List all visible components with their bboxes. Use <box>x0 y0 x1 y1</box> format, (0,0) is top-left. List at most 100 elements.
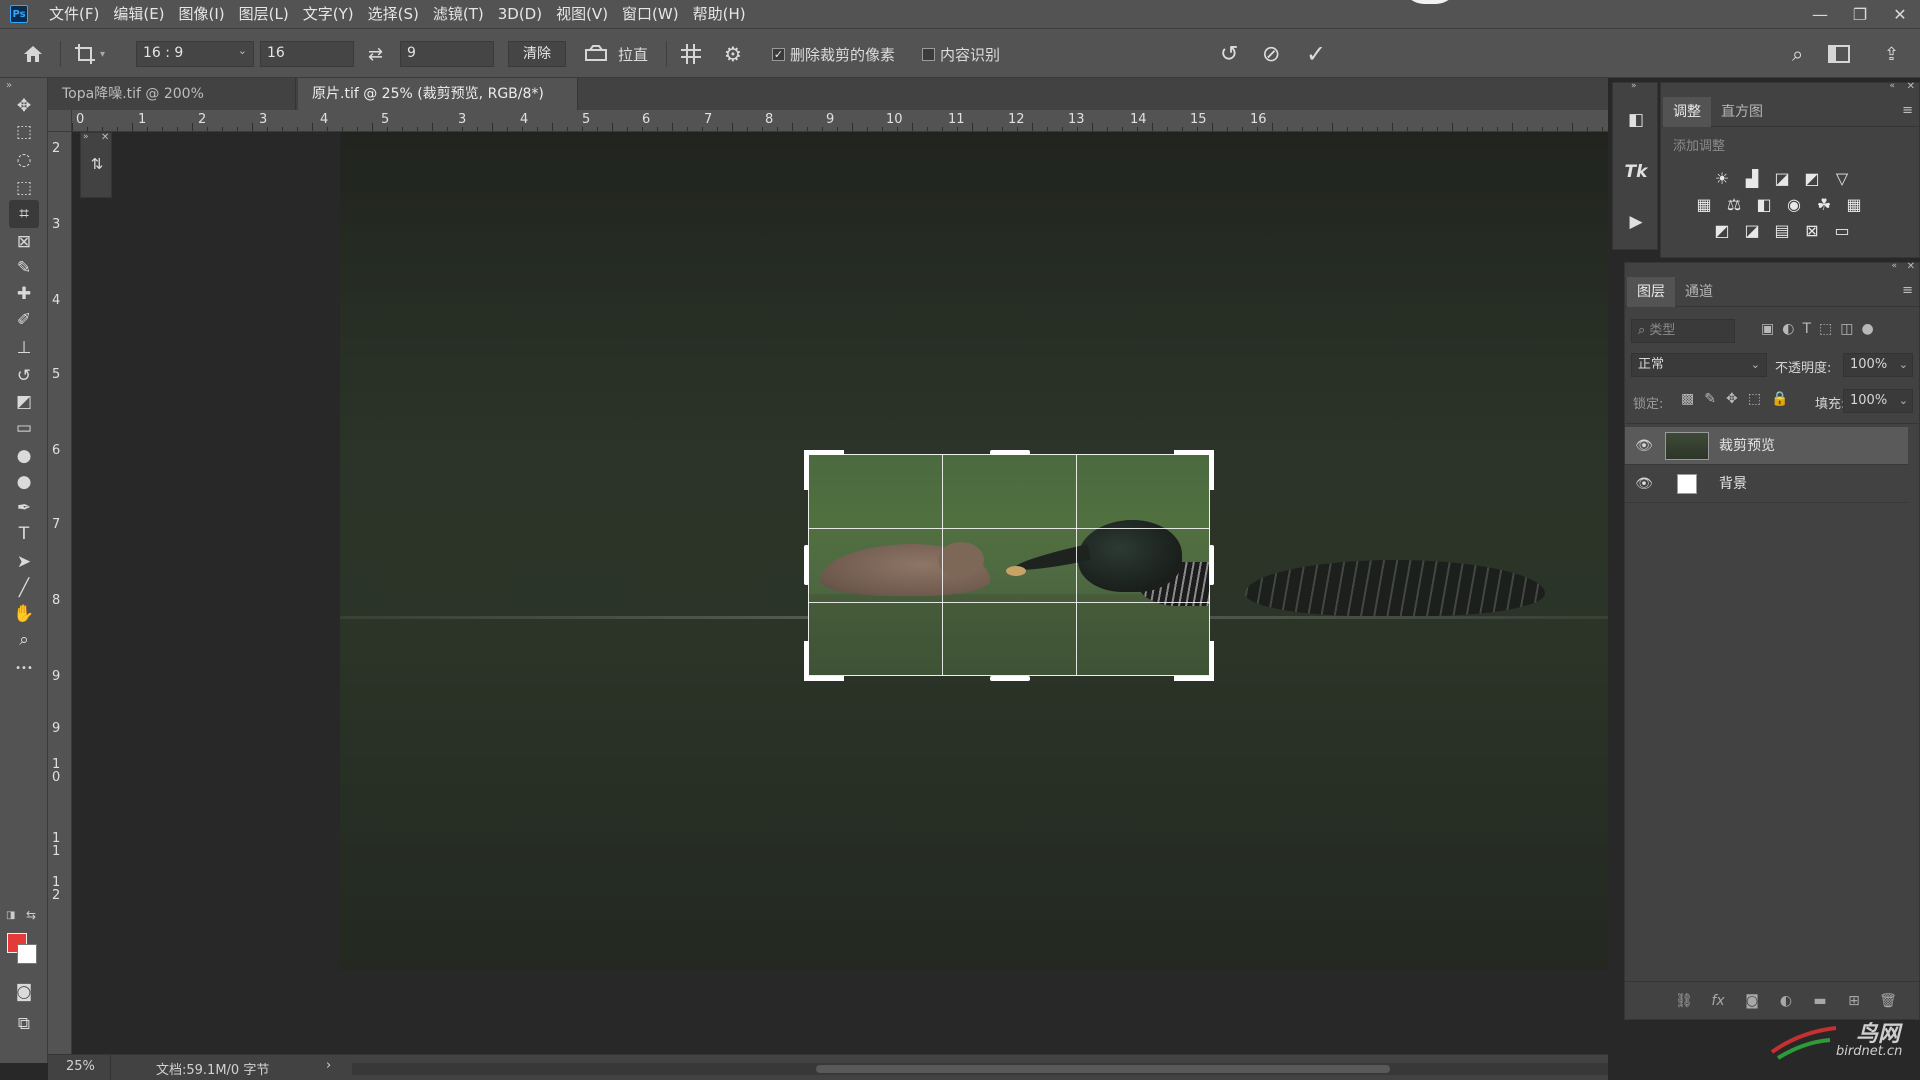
status-menu-arrow[interactable]: › <box>326 1058 331 1073</box>
straighten-button[interactable]: 拉直 <box>584 29 648 79</box>
reset-crop-button[interactable]: ↺ <box>1220 29 1238 79</box>
shape-filter-icon[interactable]: ⬚ <box>1819 321 1832 337</box>
path-select-tool-button[interactable]: ➤ <box>9 548 39 576</box>
lock-transparent-icon[interactable]: ▩ <box>1681 391 1694 407</box>
actions-panel-button[interactable]: ▶ <box>1621 207 1651 237</box>
crop-tool-button[interactable]: ⌗ <box>9 200 39 228</box>
crop-handle-top-right[interactable] <box>1174 450 1214 455</box>
lock-pixels-icon[interactable]: ✎ <box>1704 391 1716 407</box>
clear-button[interactable]: 清除 <box>508 41 566 67</box>
eyedropper-tool-button[interactable]: ✎ <box>9 254 39 282</box>
brush-tool-button[interactable]: ✐ <box>9 306 39 334</box>
black-white-icon[interactable]: ◧ <box>1753 193 1775 215</box>
overlay-options-button[interactable] <box>680 29 702 79</box>
history-brush-tool-button[interactable]: ↺ <box>9 362 39 390</box>
adjustment-filter-icon[interactable]: ◐ <box>1782 321 1794 337</box>
line-tool-button[interactable]: ╱ <box>9 574 39 602</box>
menu-item[interactable]: 选择(S) <box>361 0 426 28</box>
brightness-icon[interactable]: ☀ <box>1711 167 1733 189</box>
close-window-button[interactable]: ✕ <box>1880 0 1920 28</box>
crop-handle-bottom-right[interactable] <box>1209 641 1214 681</box>
more-tools-button[interactable]: ••• <box>9 654 39 682</box>
menu-item[interactable]: 窗口(W) <box>615 0 686 28</box>
screen-mode-button[interactable]: ⧉ <box>9 1010 39 1038</box>
marquee-tool-button[interactable]: ⬚ <box>9 118 39 146</box>
threshold-icon[interactable]: ▤ <box>1771 219 1793 241</box>
ratio-width-input[interactable]: 16 <box>260 41 354 67</box>
close-icon[interactable]: ✕ <box>1907 81 1915 92</box>
menu-item[interactable]: 图像(I) <box>172 0 232 28</box>
expand-icon[interactable]: » <box>83 132 89 142</box>
zoom-tool-button[interactable]: ⌕ <box>9 626 39 654</box>
crop-handle-right[interactable] <box>1209 545 1214 585</box>
levels-icon[interactable]: ▟ <box>1741 167 1763 189</box>
exposure-icon[interactable]: ◩ <box>1801 167 1823 189</box>
collapse-icon[interactable]: « <box>1889 81 1895 91</box>
menu-item[interactable]: 3D(D) <box>491 0 549 28</box>
menu-item[interactable]: 图层(L) <box>232 0 296 28</box>
hue-sat-icon[interactable]: ▦ <box>1693 193 1715 215</box>
menu-item[interactable]: 视图(V) <box>549 0 615 28</box>
horizontal-ruler[interactable]: 0 1 2 3 4 5 3 4 5 6 7 8 9 10 11 12 13 14 15 16 <box>72 110 1608 132</box>
crop-handle-left[interactable] <box>804 545 809 585</box>
crop-settings-button[interactable]: ⚙ <box>724 29 742 79</box>
ratio-preset-select[interactable]: 16 : 9 ⌄ <box>136 41 254 67</box>
photo-filter-icon[interactable]: ◉ <box>1783 193 1805 215</box>
lock-all-icon[interactable]: 🔒 <box>1771 391 1788 407</box>
object-select-tool-button[interactable]: ⬚ <box>9 174 39 202</box>
home-button[interactable] <box>22 29 44 79</box>
new-group-icon[interactable]: ▬ <box>1809 990 1831 1012</box>
swap-colors-icon[interactable]: ⇆ <box>26 908 36 922</box>
hand-tool-button[interactable]: ✋ <box>9 600 39 628</box>
posterize-icon[interactable]: ◪ <box>1741 219 1763 241</box>
pen-tool-button[interactable]: ✒ <box>9 494 39 522</box>
gradient-map-icon[interactable]: ▭ <box>1831 219 1853 241</box>
restore-button[interactable]: ❐ <box>1840 0 1880 28</box>
crop-handle-bottom-right[interactable] <box>1174 676 1214 681</box>
move-tool-button[interactable]: ✥ <box>9 92 39 120</box>
share-button[interactable]: ⇪ <box>1884 29 1899 79</box>
delete-cropped-pixels-checkbox[interactable]: ✓ 删除裁剪的像素 <box>772 29 895 79</box>
crop-frame[interactable] <box>808 454 1210 676</box>
blend-mode-select[interactable]: 正常 ⌄ <box>1631 353 1767 377</box>
collapse-icon[interactable]: » <box>6 80 12 91</box>
smart-object-filter-icon[interactable]: ◫ <box>1840 321 1853 337</box>
workspace-button[interactable] <box>1828 29 1850 79</box>
visibility-eye-icon[interactable]: 👁 <box>1635 475 1653 493</box>
search-button[interactable]: ⌕ <box>1792 29 1803 79</box>
new-adjustment-icon[interactable]: ◐ <box>1775 990 1797 1012</box>
dodge-tool-button[interactable]: ● <box>9 468 39 496</box>
crop-handle-top-left[interactable] <box>804 450 809 490</box>
panel-menu-icon[interactable]: ≡ <box>1902 103 1913 118</box>
canvas-area[interactable]: » ✕ ⇅ <box>72 132 1608 1060</box>
ratio-height-input[interactable]: 9 <box>400 41 494 67</box>
lock-position-icon[interactable]: ✥ <box>1726 391 1738 407</box>
new-layer-icon[interactable]: ⊞ <box>1843 990 1865 1012</box>
document-canvas[interactable] <box>340 132 1608 970</box>
close-icon[interactable]: ✕ <box>1907 261 1915 272</box>
delete-layer-icon[interactable]: 🗑 <box>1877 990 1899 1012</box>
curves-icon[interactable]: ◪ <box>1771 167 1793 189</box>
history-icon[interactable]: ⇅ <box>85 155 109 179</box>
filter-toggle-icon[interactable]: ● <box>1861 321 1873 337</box>
background-color-swatch[interactable] <box>17 944 37 964</box>
expand-icon[interactable]: » <box>1631 81 1637 91</box>
pixel-filter-icon[interactable]: ▣ <box>1761 321 1774 337</box>
tab-layers[interactable]: 图层 <box>1627 277 1675 307</box>
horizontal-scrollbar[interactable] <box>352 1063 1608 1075</box>
menu-item[interactable]: 文字(Y) <box>296 0 361 28</box>
color-balance-icon[interactable]: ⚖ <box>1723 193 1745 215</box>
properties-panel-button[interactable]: ◧ <box>1621 105 1651 135</box>
scrollbar-thumb[interactable] <box>816 1065 1390 1073</box>
gradient-tool-button[interactable]: ▭ <box>9 414 39 442</box>
tab-topa[interactable]: Topa降噪.tif @ 200%(RGB/16*)× <box>48 78 296 134</box>
vertical-ruler[interactable]: 2 3 4 5 6 7 8 9 9 1 0 1 1 1 2 <box>48 110 72 1060</box>
blur-tool-button[interactable]: ● <box>9 442 39 470</box>
menu-item[interactable]: 编辑(E) <box>106 0 171 28</box>
tab-original[interactable]: 原片.tif @ 25% (裁剪预览, RGB/8*) *× <box>298 78 578 134</box>
zoom-level[interactable]: 25% <box>66 1059 95 1074</box>
minimize-button[interactable]: — <box>1800 0 1840 28</box>
color-lookup-icon[interactable]: ▦ <box>1843 193 1865 215</box>
visibility-eye-icon[interactable]: 👁 <box>1635 437 1653 455</box>
ruler-origin[interactable] <box>48 110 72 132</box>
